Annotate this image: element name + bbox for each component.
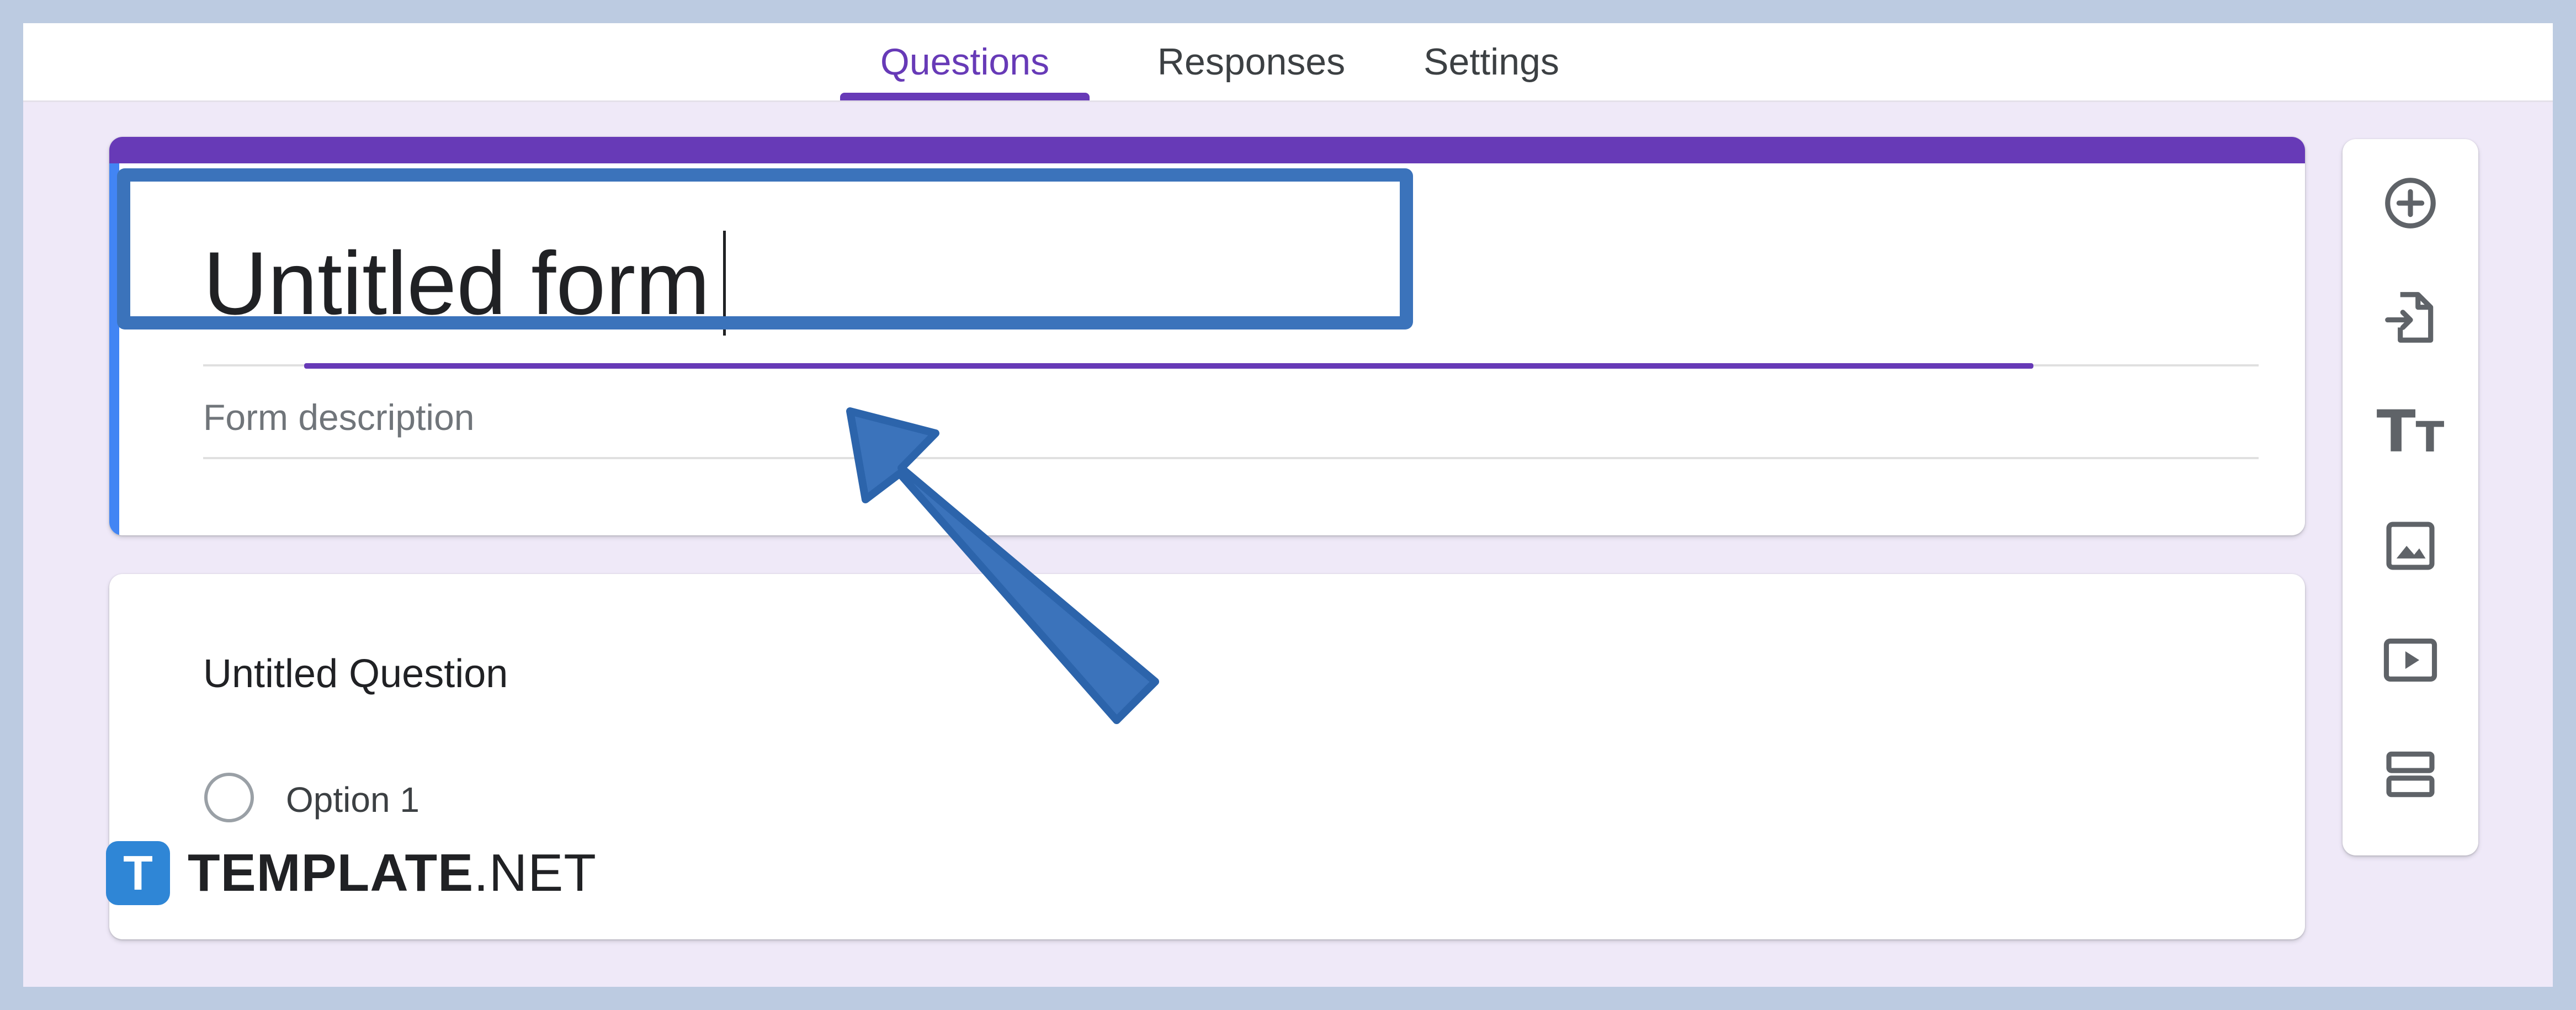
watermark-text: TEMPLATE.NET	[188, 843, 597, 903]
watermark-suffix: .NET	[474, 843, 597, 902]
watermark-brand: TEMPLATE	[188, 843, 474, 902]
template-logo-icon: T	[106, 841, 170, 905]
template-net-watermark: T TEMPLATE.NET	[106, 841, 597, 905]
